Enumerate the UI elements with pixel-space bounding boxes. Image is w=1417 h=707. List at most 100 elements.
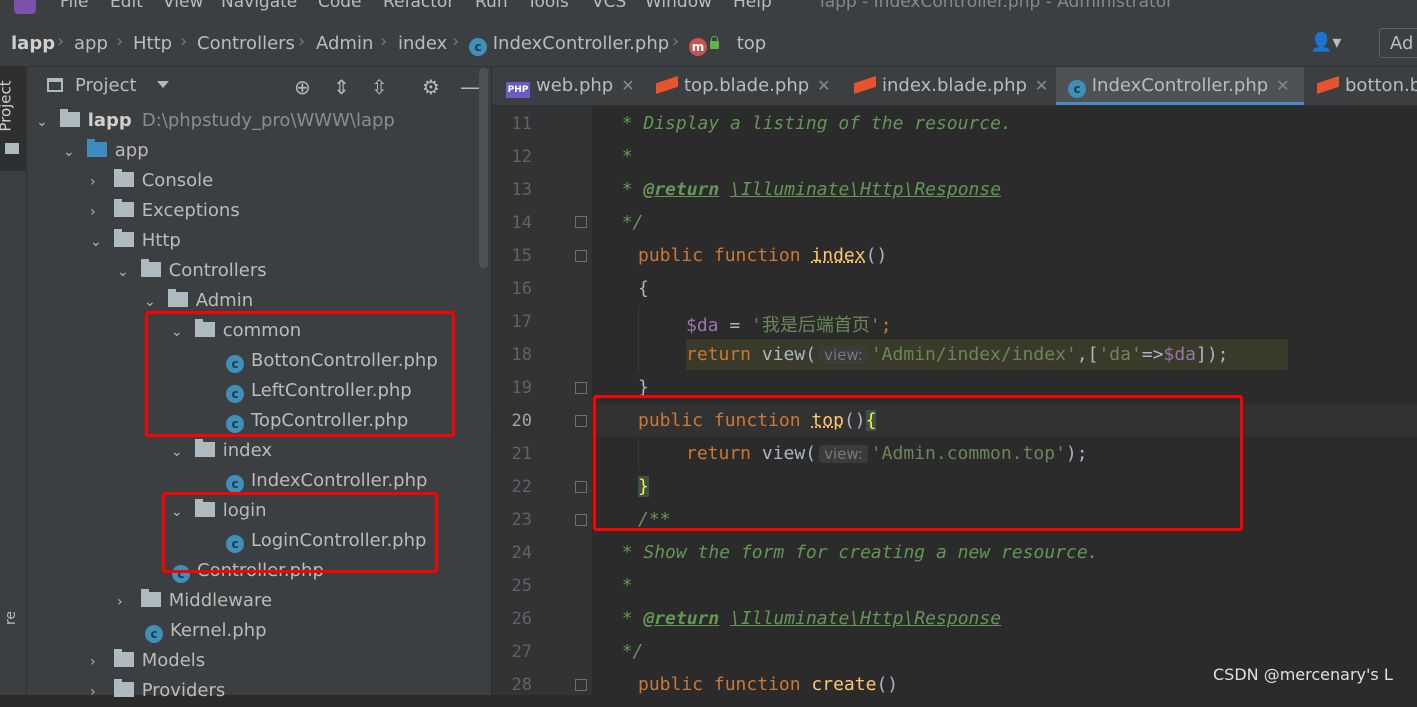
fold-marker-icon[interactable] <box>575 481 587 493</box>
user-menu-button[interactable]: 👤▾ <box>1310 32 1341 53</box>
menu-run[interactable]: Run <box>475 0 508 12</box>
minimize-icon[interactable]: — <box>460 75 480 99</box>
menu-navigate[interactable]: Navigate <box>221 0 297 12</box>
chevron-right-icon: › <box>380 31 388 52</box>
tab-botton-blade[interactable]: botton.b <box>1317 67 1417 105</box>
method-icon: m <box>689 38 707 56</box>
tree-item-console[interactable]: › Console <box>90 166 213 196</box>
menu-vcs[interactable]: VCS <box>592 0 626 12</box>
project-tool-button[interactable]: Project <box>0 67 26 171</box>
collapse-icon[interactable]: ⇳ <box>371 75 388 99</box>
string-literal: 'da' <box>1098 344 1142 365</box>
line-number: 18 <box>511 345 532 365</box>
structure-strip-label[interactable]: re <box>3 611 19 625</box>
keyword: public <box>638 245 704 266</box>
breadcrumb-item-method[interactable]: m top <box>689 33 766 56</box>
tree-item-providers[interactable]: › Providers <box>90 676 225 706</box>
expand-icon[interactable]: ⇕ <box>333 75 350 99</box>
tab-label: IndexController.php <box>1091 75 1269 96</box>
menu-tools[interactable]: Tools <box>527 0 569 12</box>
breadcrumb-item[interactable]: Admin <box>316 33 373 54</box>
project-panel-title[interactable]: Project <box>75 75 137 96</box>
doc-type: Illuminate <box>740 608 850 629</box>
chevron-right-icon: › <box>57 31 65 52</box>
doc-type: Response <box>914 608 1002 629</box>
code-line: */ <box>600 212 644 233</box>
tree-item-index[interactable]: ⌄ index <box>171 436 272 466</box>
tree-item-middleware[interactable]: › Middleware <box>117 586 272 616</box>
menu-window[interactable]: Window <box>645 0 712 12</box>
menu-code[interactable]: Code <box>318 0 362 12</box>
user-icon: 👤▾ <box>1310 32 1342 53</box>
tree-item-lapp[interactable]: ⌄ lapp D:\phpstudy_pro\WWW\lapp <box>36 106 395 136</box>
folder-icon <box>5 143 19 154</box>
tab-top-blade[interactable]: top.blade.php ✕ <box>656 67 836 105</box>
fold-marker-icon[interactable] <box>575 514 587 526</box>
tree-item-label: Console <box>141 170 214 191</box>
close-icon[interactable]: ✕ <box>621 76 634 95</box>
project-strip-label: Project <box>0 80 15 132</box>
fold-marker-icon[interactable] <box>575 216 587 228</box>
tree-item-kernel[interactable]: c Kernel.php <box>145 616 267 646</box>
breadcrumb-file-label: IndexController.php <box>492 33 670 54</box>
tree-item-label: Middleware <box>168 590 273 611</box>
doc-type: Illuminate <box>740 179 850 200</box>
doc-comment: * Show the form for creating a new resou… <box>621 542 1099 563</box>
line-number: 27 <box>511 642 532 662</box>
code-line: * @return \Illuminate\Http\Response <box>600 608 1001 629</box>
chevron-right-icon: › <box>116 31 124 52</box>
chevron-down-icon: ⌄ <box>171 444 183 460</box>
line-number: 22 <box>511 477 532 497</box>
menu-refactor[interactable]: Refactor <box>383 0 454 12</box>
tree-item-label: Models <box>141 650 206 671</box>
menu-file[interactable]: File <box>60 0 88 12</box>
breadcrumb-item[interactable]: Http <box>133 33 172 54</box>
tree-item-label: Providers <box>141 680 226 701</box>
breadcrumb-item[interactable]: lapp <box>11 33 55 54</box>
project-scrollbar[interactable] <box>479 68 488 268</box>
tree-item-models[interactable]: › Models <box>90 646 205 676</box>
dropdown-arrow-icon[interactable] <box>157 81 169 88</box>
line-number: 12 <box>511 147 532 167</box>
close-icon[interactable]: ✕ <box>1035 76 1048 95</box>
menu-edit[interactable]: Edit <box>110 0 143 12</box>
crosshair-icon[interactable]: ⊕ <box>294 75 311 99</box>
tab-index-controller[interactable]: c IndexController.php ✕ <box>1056 67 1304 105</box>
fold-marker-icon[interactable] <box>575 679 587 691</box>
menu-view[interactable]: View <box>163 0 203 12</box>
fold-marker-icon[interactable] <box>575 382 587 394</box>
close-icon[interactable]: ✕ <box>817 76 830 95</box>
folder-icon <box>113 649 134 667</box>
tree-item-exceptions[interactable]: › Exceptions <box>90 196 240 226</box>
tree-item-app[interactable]: ⌄ app <box>63 136 149 166</box>
keyword: function <box>713 245 801 266</box>
folder-icon <box>113 199 134 217</box>
line-number: 25 <box>511 576 532 596</box>
keyword: public <box>638 674 704 695</box>
gear-icon[interactable]: ⚙ <box>422 75 440 99</box>
add-configuration-button[interactable]: Ad <box>1379 28 1417 58</box>
fold-marker-icon[interactable] <box>575 415 587 427</box>
chevron-down-icon: ⌄ <box>117 264 129 280</box>
tab-index-blade[interactable]: index.blade.php ✕ <box>854 67 1048 105</box>
line-number: 28 <box>511 675 532 695</box>
class-icon: c <box>145 625 163 643</box>
annotation-box-top-method <box>593 395 1243 531</box>
close-icon[interactable]: ✕ <box>1276 76 1289 95</box>
tab-web-php[interactable]: PHP web.php ✕ <box>506 67 646 105</box>
menu-bar: File Edit View Navigate Code Refactor Ru… <box>0 0 1417 22</box>
menu-help[interactable]: Help <box>733 0 772 12</box>
app-logo-icon <box>14 0 36 14</box>
breadcrumb-item-file[interactable]: c IndexController.php <box>469 33 669 56</box>
fold-marker-icon[interactable] <box>575 250 587 262</box>
tree-item-http[interactable]: ⌄ Http <box>90 226 181 256</box>
code-punct: { <box>638 278 649 299</box>
doc-type: \ <box>903 608 915 629</box>
breadcrumb-item[interactable]: index <box>398 33 447 54</box>
tree-item-path: D:\phpstudy_pro\WWW\lapp <box>141 110 395 131</box>
breadcrumb-item[interactable]: Controllers <box>197 33 295 54</box>
tree-item-controllers[interactable]: ⌄ Controllers <box>117 256 267 286</box>
keyword: return <box>686 344 752 365</box>
folder-icon <box>113 169 134 187</box>
breadcrumb-item[interactable]: app <box>74 33 108 54</box>
